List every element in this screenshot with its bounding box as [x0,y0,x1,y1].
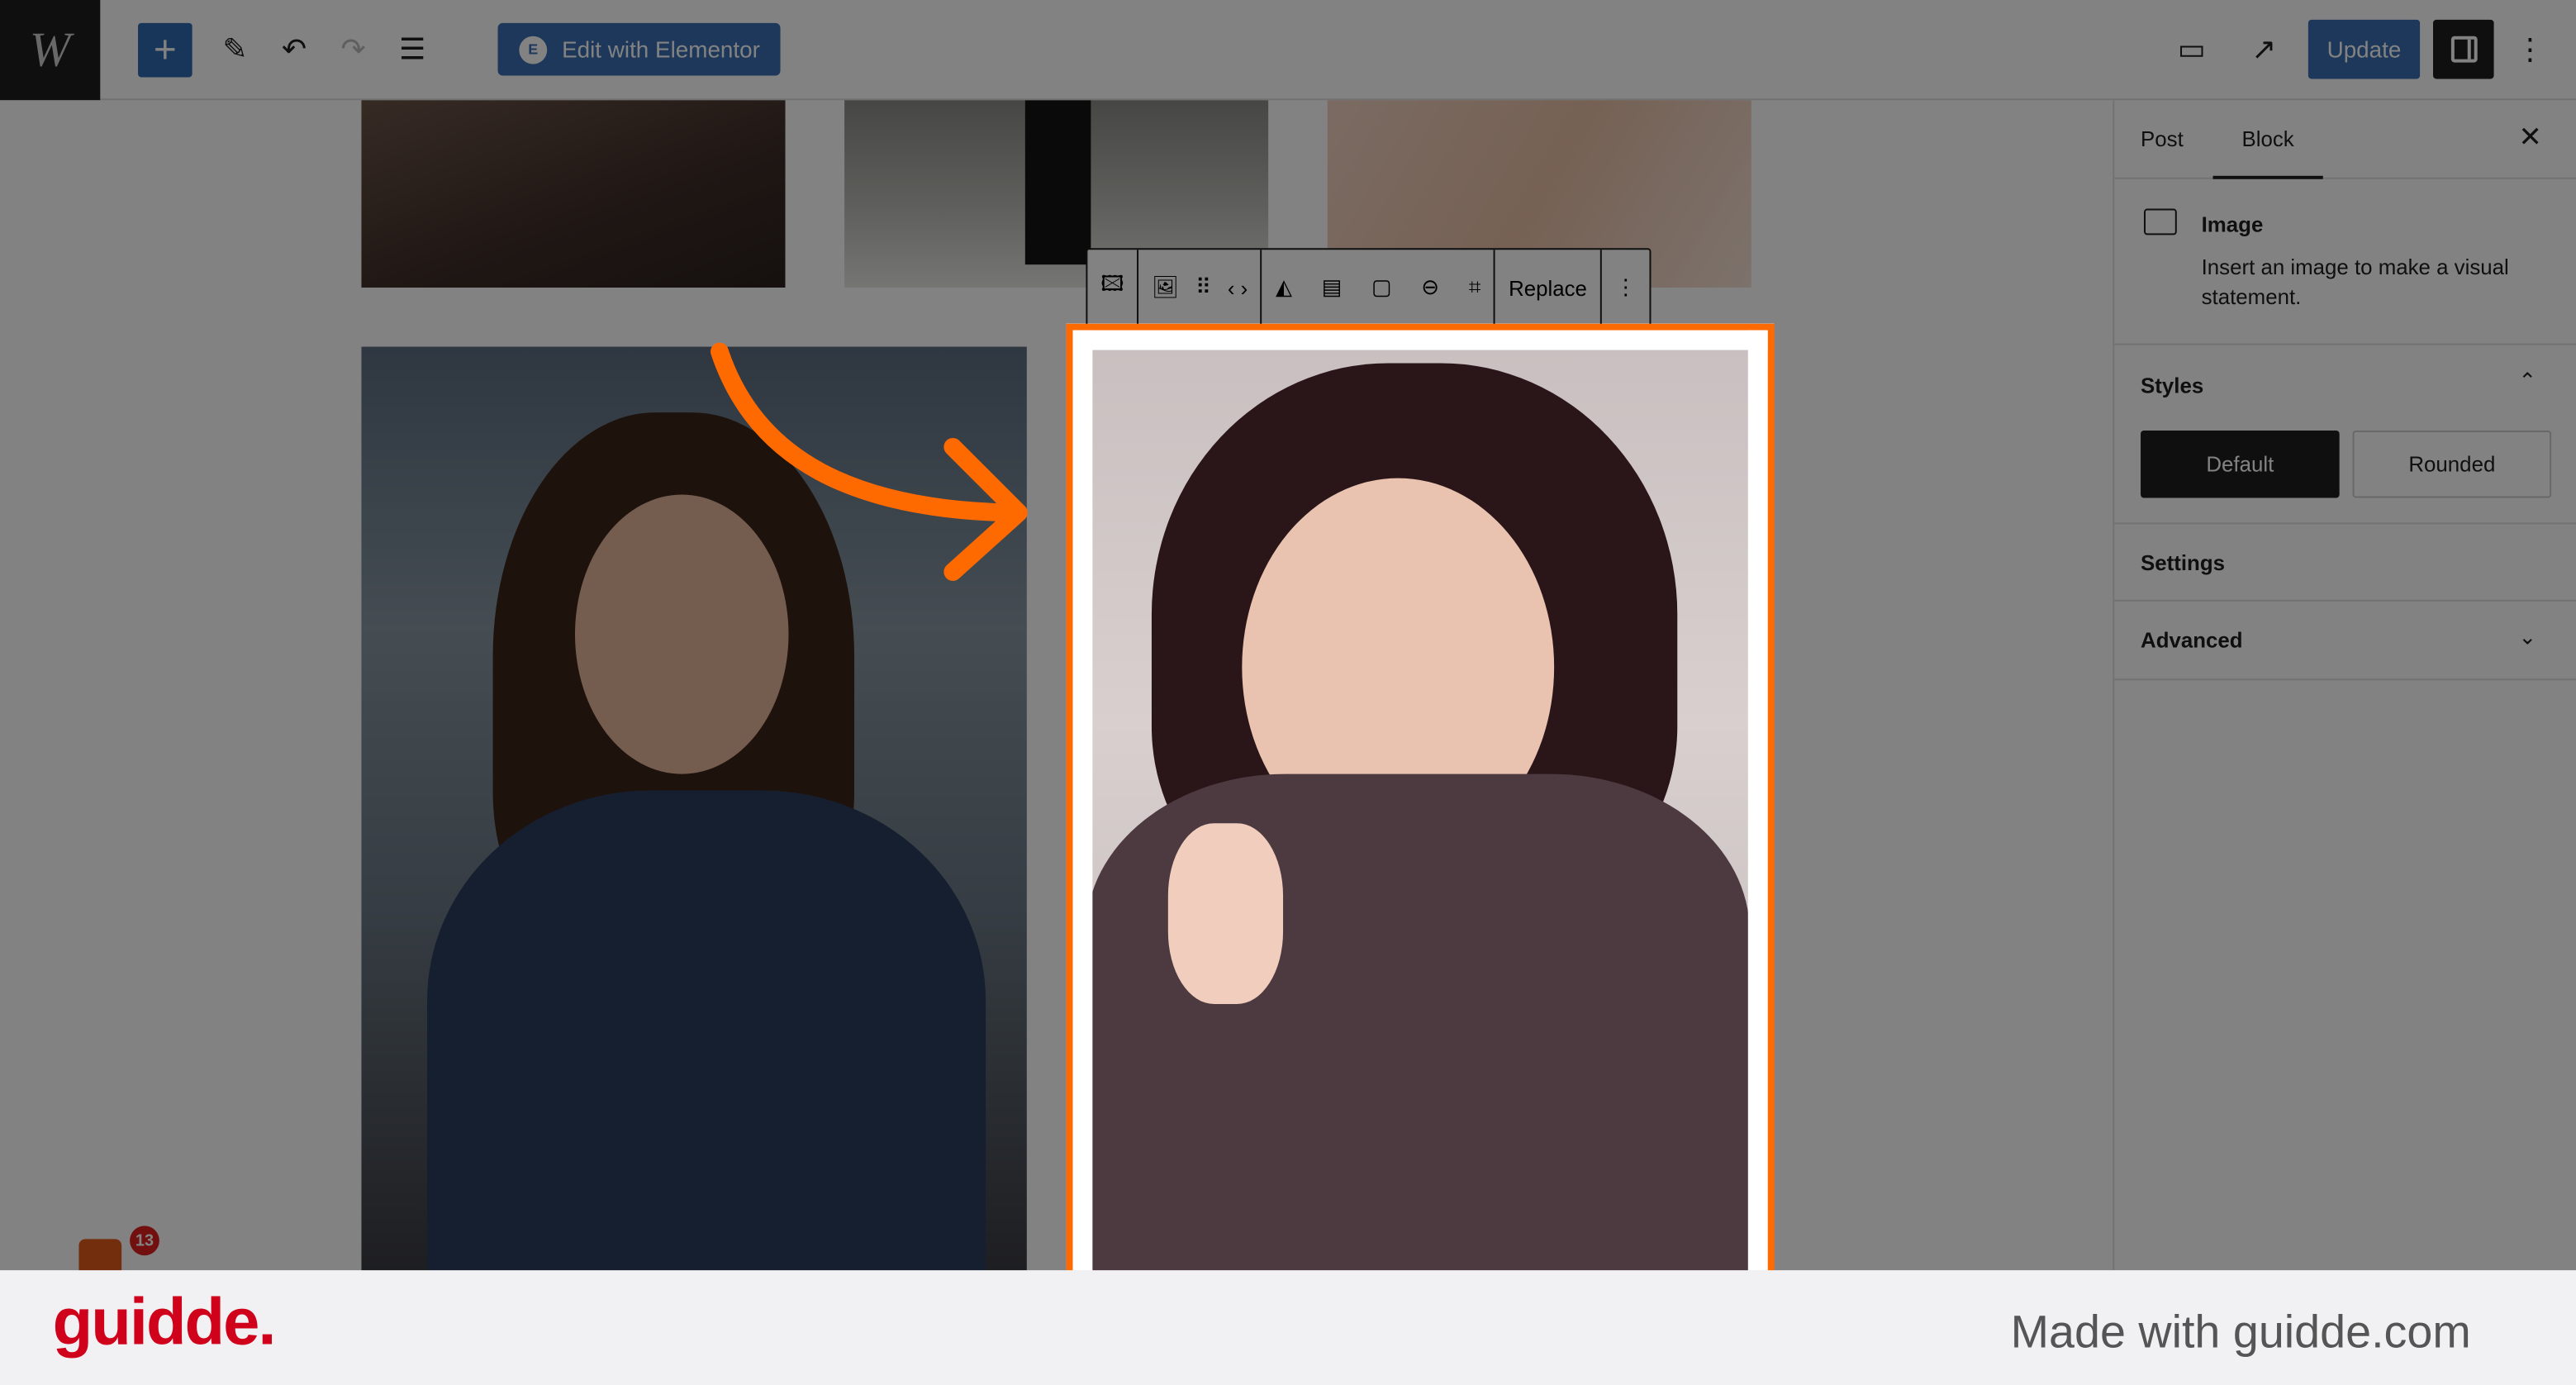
replace-button[interactable]: Replace [1495,250,1602,326]
block-description: Insert an image to make a visual stateme… [2201,255,2509,309]
settings-section[interactable]: Settings [2141,550,2225,575]
add-block-button[interactable]: + [138,22,192,78]
site-logo[interactable]: W [0,0,101,101]
tab-block[interactable]: Block [2212,100,2323,179]
chevron-down-icon[interactable]: ⌄ [2518,625,2536,651]
gallery-parent-button[interactable]: 🖾 [1087,250,1139,326]
redo-icon[interactable]: ↷ [334,30,373,69]
top-toolbar: W + ✎ ↶ ↷ ☰ E Edit with Elementor ▭ ↗ Upd… [0,0,2576,101]
drag-handle-icon[interactable]: ⠿ [1195,274,1211,301]
block-options-button[interactable]: ⋮ [1602,250,1650,325]
desktop-preview-icon[interactable]: ▭ [2172,30,2212,69]
crop-icon[interactable]: ⌗ [1469,274,1481,301]
image-icon[interactable]: 🖼 [1152,274,1179,301]
settings-sidebar: Post Block ✕ Image Insert an image to ma… [2113,100,2576,1271]
guidde-footer: guidde. Made with guidde.com [0,1270,2576,1385]
duotone-icon[interactable]: ◭ [1276,274,1292,301]
list-view-icon[interactable]: ☰ [392,30,432,69]
notification-bubble[interactable]: 13 [63,1226,161,1283]
elementor-icon: E [519,35,548,64]
styles-heading[interactable]: Styles [2141,373,2203,397]
elementor-label: Edit with Elementor [562,36,760,63]
style-rounded-button[interactable]: Rounded [2352,430,2552,498]
caption-icon[interactable]: ▢ [1371,274,1391,301]
settings-panel-toggle[interactable] [2432,19,2494,79]
style-default-button[interactable]: Default [2141,430,2340,498]
update-button[interactable]: Update [2307,19,2421,79]
notification-count: 13 [130,1226,159,1256]
more-options-icon[interactable]: ⋮ [2510,30,2550,69]
image-block-icon [2144,208,2177,236]
chevron-up-icon[interactable]: ⌃ [2518,368,2536,394]
editor-canvas: 13 [0,100,2113,1284]
block-title: Image [2201,212,2264,237]
close-icon[interactable]: ✕ [2518,121,2541,155]
move-arrows-icon[interactable]: ‹ › [1228,275,1248,300]
pencil-icon[interactable]: ✎ [215,30,254,69]
guidde-logo: guidde. [52,1287,277,1359]
pointer-arrow [711,342,1028,581]
align-icon[interactable]: ▤ [1322,274,1342,301]
external-link-icon[interactable]: ↗ [2244,30,2284,69]
link-icon[interactable]: ⊖ [1421,274,1439,301]
tab-post[interactable]: Post [2141,126,2184,151]
made-with-text: Made with guidde.com [2010,1306,2471,1358]
gallery-image[interactable] [361,100,786,288]
gallery-icon: 🖾 [1100,271,1124,296]
advanced-section[interactable]: Advanced [2141,628,2243,653]
edit-with-elementor-button[interactable]: E Edit with Elementor [497,22,781,76]
replace-label: Replace [1509,275,1587,300]
undo-icon[interactable]: ↶ [274,30,314,69]
more-vertical-icon: ⋮ [1614,274,1637,299]
selected-image[interactable] [1086,346,1750,1284]
block-toolbar: 🖾 🖼 ⠿ ‹ › ◭ ▤ ▢ ⊖ ⌗ Replace ⋮ [1086,248,1652,327]
